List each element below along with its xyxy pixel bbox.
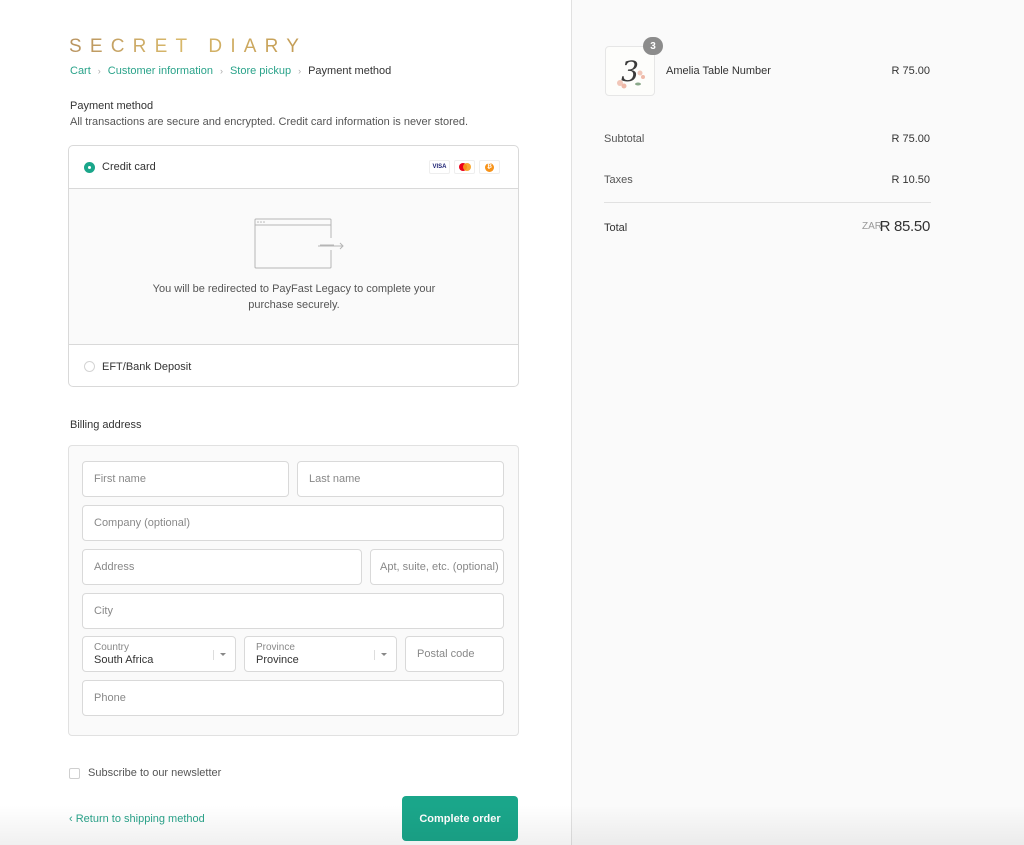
chevron-down-icon bbox=[381, 653, 387, 656]
taxes-label: Taxes bbox=[604, 174, 633, 186]
visa-icon: VISA bbox=[429, 160, 450, 174]
breadcrumb-chevron-icon: › bbox=[97, 66, 101, 76]
breadcrumb-chevron-icon: › bbox=[298, 66, 302, 76]
complete-order-button[interactable]: Complete order bbox=[402, 796, 518, 841]
address-field[interactable] bbox=[82, 549, 362, 585]
province-select[interactable]: Province Province bbox=[244, 636, 397, 672]
breadcrumb-store-pickup[interactable]: Store pickup bbox=[230, 65, 291, 77]
country-value: South Africa bbox=[94, 653, 154, 666]
subtotal-label: Subtotal bbox=[604, 133, 645, 145]
breadcrumb-payment-method: Payment method bbox=[308, 65, 392, 77]
billing-address-heading: Billing address bbox=[70, 419, 142, 431]
last-name-input[interactable] bbox=[309, 473, 503, 485]
province-value: Province bbox=[256, 653, 299, 666]
city-input[interactable] bbox=[94, 605, 503, 617]
select-divider bbox=[374, 650, 375, 660]
province-label: Province bbox=[256, 641, 295, 653]
country-select[interactable]: Country South Africa bbox=[82, 636, 236, 672]
city-field[interactable] bbox=[82, 593, 504, 629]
payment-redirect-panel: You will be redirected to PayFast Legacy… bbox=[69, 189, 518, 345]
last-name-field[interactable] bbox=[297, 461, 504, 497]
apt-input[interactable] bbox=[380, 561, 503, 573]
arrow-right-icon bbox=[318, 242, 344, 250]
eft-label: EFT/Bank Deposit bbox=[102, 360, 192, 373]
first-name-input[interactable] bbox=[94, 473, 288, 485]
summary-divider bbox=[604, 202, 931, 203]
quantity-badge: 3 bbox=[643, 37, 663, 55]
subtotal-value: R 75.00 bbox=[891, 133, 930, 145]
billing-address-form: Country South Africa Province Province bbox=[68, 445, 519, 736]
brand-logo[interactable]: SECRET DIARY bbox=[69, 36, 307, 58]
newsletter-label: Subscribe to our newsletter bbox=[88, 767, 222, 779]
bitcoin-icon: ₿ bbox=[479, 160, 500, 174]
taxes-value: R 10.50 bbox=[891, 174, 930, 186]
checkout-main: SECRET DIARY Cart › Customer information… bbox=[0, 0, 571, 845]
credit-card-radio[interactable] bbox=[84, 161, 95, 173]
newsletter-checkbox[interactable] bbox=[69, 767, 80, 779]
company-input[interactable] bbox=[94, 517, 503, 529]
product-price: R 75.00 bbox=[891, 65, 930, 77]
mastercard-icon bbox=[454, 160, 475, 174]
total-value: R 85.50 bbox=[879, 218, 931, 235]
company-field[interactable] bbox=[82, 505, 504, 541]
postal-code-input[interactable] bbox=[417, 648, 503, 660]
accepted-cards: VISA ₿ bbox=[429, 160, 500, 174]
address-input[interactable] bbox=[94, 561, 361, 573]
payment-option-credit-card[interactable]: Credit card VISA ₿ bbox=[69, 146, 518, 189]
breadcrumb-chevron-icon: › bbox=[219, 66, 223, 76]
postal-code-field[interactable] bbox=[405, 636, 504, 672]
credit-card-label: Credit card bbox=[102, 161, 156, 173]
breadcrumb: Cart › Customer information › Store pick… bbox=[70, 65, 391, 77]
eft-radio[interactable] bbox=[84, 361, 95, 372]
order-summary: 3 3 Amelia Table Number R 75.00 Subtotal… bbox=[571, 0, 1024, 845]
phone-input[interactable] bbox=[94, 692, 503, 704]
breadcrumb-cart[interactable]: Cart bbox=[70, 65, 91, 77]
select-divider bbox=[213, 650, 214, 660]
apt-field[interactable] bbox=[370, 549, 504, 585]
phone-field[interactable] bbox=[82, 680, 504, 716]
total-label: Total bbox=[604, 222, 628, 234]
newsletter-option[interactable]: Subscribe to our newsletter bbox=[69, 767, 221, 779]
floral-decoration-icon bbox=[617, 70, 645, 89]
first-name-field[interactable] bbox=[82, 461, 289, 497]
payment-option-eft[interactable]: EFT/Bank Deposit bbox=[69, 345, 518, 386]
payment-options: Credit card VISA ₿ You will be redirecte… bbox=[68, 145, 519, 387]
chevron-down-icon bbox=[220, 653, 226, 656]
breadcrumb-customer-information[interactable]: Customer information bbox=[108, 65, 213, 77]
payment-method-heading: Payment method bbox=[70, 100, 154, 112]
return-to-shipping-link[interactable]: ‹ Return to shipping method bbox=[69, 813, 205, 825]
redirect-message: You will be redirected to PayFast Legacy… bbox=[152, 283, 436, 311]
product-name: Amelia Table Number bbox=[666, 65, 771, 77]
payment-security-note: All transactions are secure and encrypte… bbox=[70, 116, 469, 128]
country-label: Country bbox=[94, 641, 130, 653]
